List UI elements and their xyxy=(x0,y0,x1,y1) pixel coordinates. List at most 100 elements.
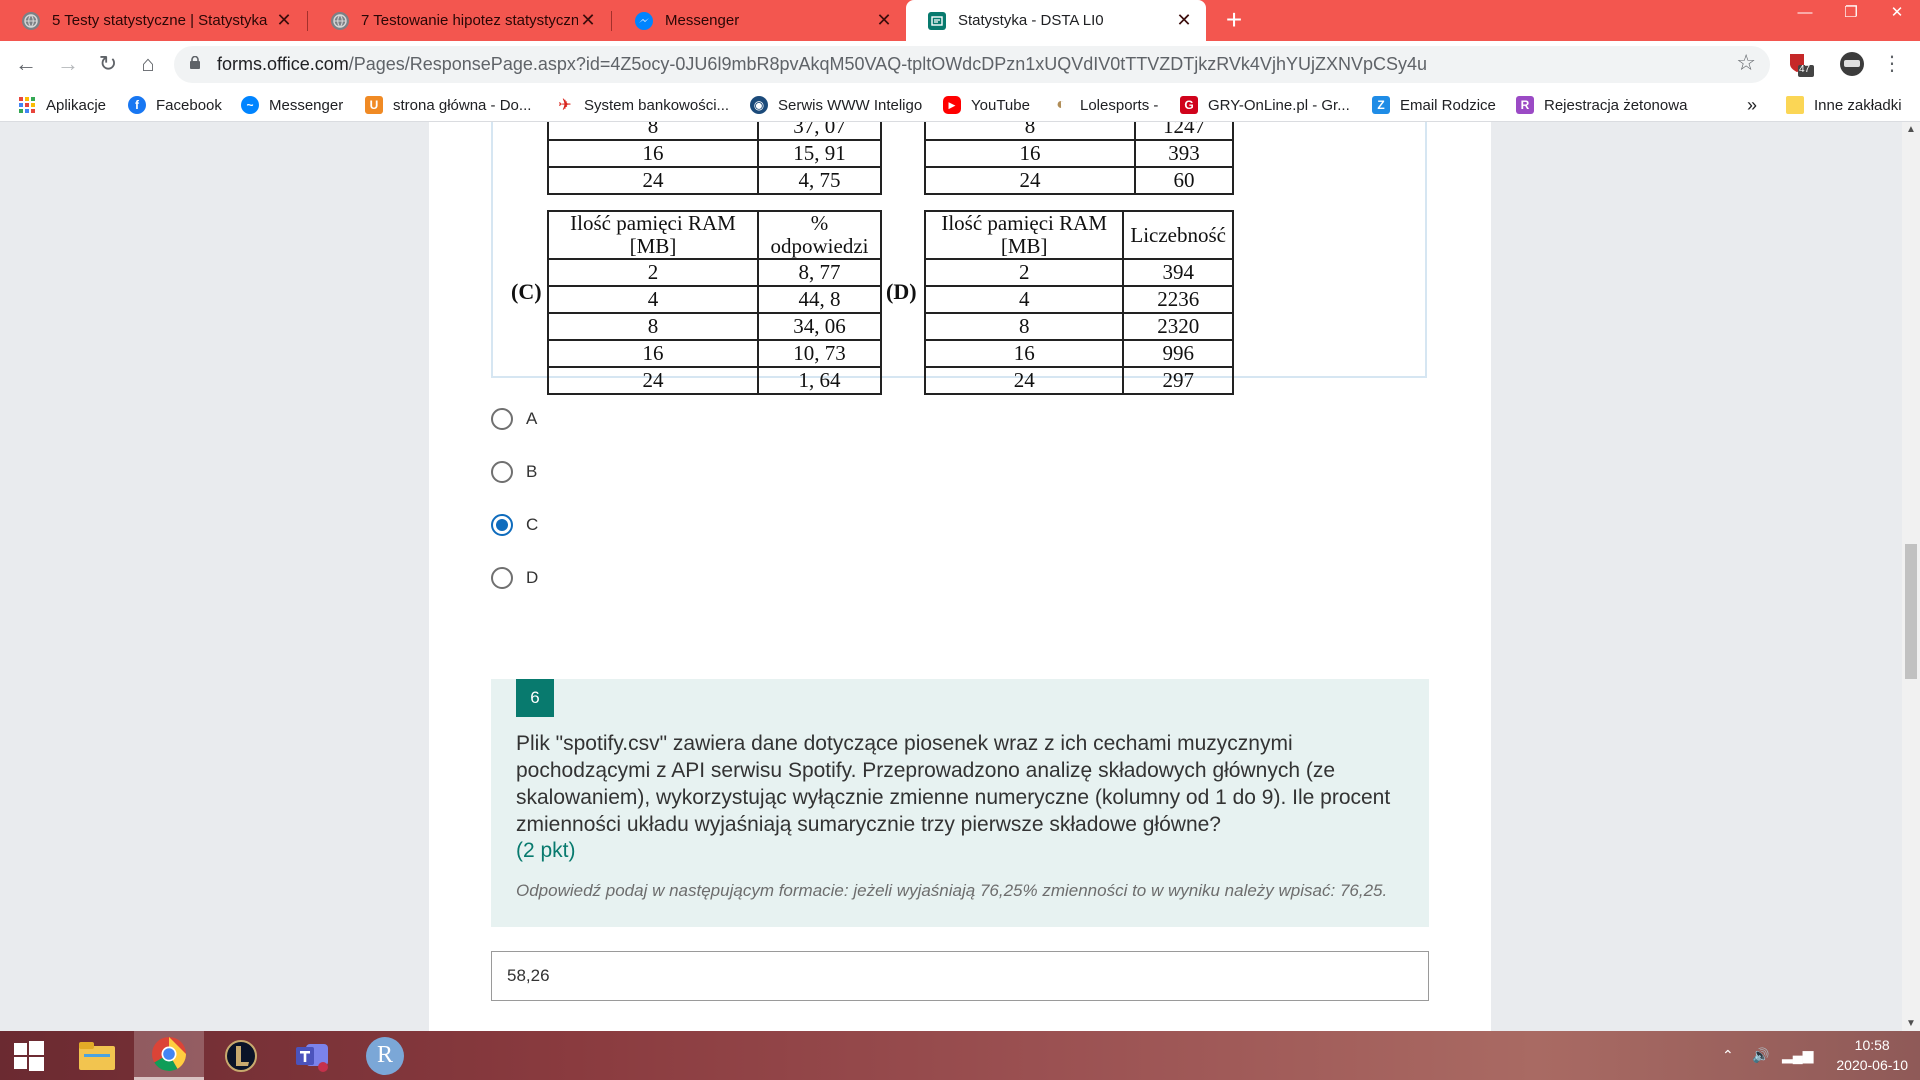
bookmark-system-bankowosci[interactable]: ✈ System bankowości... xyxy=(556,94,729,116)
radio-button[interactable] xyxy=(491,567,513,589)
chrome-button[interactable] xyxy=(134,1031,204,1080)
page-scrollbar[interactable]: ▲ ▼ xyxy=(1902,122,1920,1031)
u-icon: U xyxy=(365,96,383,114)
table-cell: 8, 77 xyxy=(757,258,882,287)
new-tab-button[interactable]: + xyxy=(1218,4,1250,36)
volume-icon[interactable]: 🔊 xyxy=(1752,1047,1769,1064)
bookmark-gryonline[interactable]: G GRY-OnLine.pl - Gr... xyxy=(1180,94,1350,116)
radio-button-selected[interactable] xyxy=(491,514,513,536)
teams-button[interactable] xyxy=(278,1031,348,1080)
file-explorer-button[interactable] xyxy=(62,1031,132,1080)
show-hidden-icons-chevron-icon[interactable]: ⌃ xyxy=(1722,1047,1734,1064)
lock-icon xyxy=(190,56,200,69)
bookmark-label: Email Rodzice xyxy=(1400,96,1496,114)
radio-button[interactable] xyxy=(491,408,513,430)
youtube-icon: ▶ xyxy=(943,96,961,114)
scroll-up-arrow-icon[interactable]: ▲ xyxy=(1906,124,1916,135)
network-icon[interactable]: ▂▄▆ xyxy=(1782,1047,1813,1064)
bank-icon: ✈ xyxy=(558,97,572,114)
reload-button[interactable]: ↻ xyxy=(92,48,124,80)
table-a-partial: 8 1247 16 393 24 60 xyxy=(924,122,1234,195)
table-cell: 393 xyxy=(1134,139,1234,168)
league-of-legends-button[interactable] xyxy=(206,1031,276,1080)
scrollbar-thumb[interactable] xyxy=(1905,544,1917,679)
url-text[interactable]: forms.office.com/Pages/ResponsePage.aspx… xyxy=(217,54,1427,75)
profile-avatar[interactable] xyxy=(1838,50,1866,78)
bookmark-rejestracja[interactable]: R Rejestracja żetonowa xyxy=(1516,94,1687,116)
maximize-button[interactable]: ❐ xyxy=(1828,0,1874,28)
radio-button[interactable] xyxy=(491,461,513,483)
table-cell: 4, 75 xyxy=(757,166,882,195)
table-cell: 1, 64 xyxy=(757,366,882,395)
table-c-label: (C) xyxy=(511,279,542,304)
table-row: 16 15, 91 xyxy=(547,139,882,168)
start-button[interactable] xyxy=(0,1031,58,1080)
teams-icon xyxy=(296,1043,328,1072)
bookmark-star-icon[interactable]: ☆ xyxy=(1736,50,1756,76)
globe-icon xyxy=(22,11,40,30)
bookmark-youtube[interactable]: ▶ YouTube xyxy=(943,94,1030,116)
tab-statystyka-dsta[interactable]: Statystyka - DSTA LI0 ✕ xyxy=(906,0,1206,41)
window-close-button[interactable]: ✕ xyxy=(1874,0,1920,28)
bookmark-lolesports[interactable]: ◐ Lolesports - xyxy=(1052,94,1158,116)
close-icon[interactable]: ✕ xyxy=(1174,10,1194,31)
bookmark-strona-glowna[interactable]: Ustrona główna - Do... xyxy=(365,94,531,116)
bookmark-label: Lolesports - xyxy=(1080,96,1159,114)
bookmark-facebook[interactable]: f Facebook xyxy=(128,94,222,116)
bookmark-inne-zakladki[interactable]: Inne zakładki xyxy=(1786,94,1902,116)
extension-shield-icon[interactable]: 47 xyxy=(1786,50,1814,78)
table-row: 8 2320 xyxy=(923,312,1234,341)
answer-input[interactable] xyxy=(491,951,1429,1001)
question-points: (2 pkt) xyxy=(516,839,576,862)
tab-strip: 5 Testy statystyczne | Statystyka ✕ 7 Te… xyxy=(0,0,1920,41)
scroll-down-arrow-icon[interactable]: ▼ xyxy=(1906,1018,1916,1029)
bookmark-inteligo[interactable]: ◉ Serwis WWW Inteligo xyxy=(750,94,922,116)
bookmark-email-rodzice[interactable]: Z Email Rodzice xyxy=(1372,94,1496,116)
table-row: 16 996 xyxy=(923,339,1234,368)
close-icon[interactable]: ✕ xyxy=(874,10,894,31)
table-row: 24 297 xyxy=(923,366,1234,395)
option-a[interactable]: A xyxy=(491,404,537,434)
r-app-button[interactable]: R xyxy=(350,1031,420,1080)
table-cell: 24 xyxy=(923,366,1125,395)
forms-icon xyxy=(928,11,946,30)
tab-testy-statystyczne[interactable]: 5 Testy statystyczne | Statystyka ✕ xyxy=(0,0,306,41)
table-cell: 2 xyxy=(547,258,759,287)
bookmark-label: Facebook xyxy=(156,96,222,114)
minimize-button[interactable]: — xyxy=(1782,0,1828,28)
url-path: /Pages/ResponsePage.aspx?id=4Z5ocy-0JU6l… xyxy=(348,54,1427,74)
close-icon[interactable]: ✕ xyxy=(578,10,598,31)
table-row: 8 34, 06 xyxy=(547,312,882,341)
home-button[interactable]: ⌂ xyxy=(132,48,164,80)
table-cell: 2320 xyxy=(1122,312,1234,341)
messenger-icon: ~ xyxy=(241,96,259,114)
extension-badge: 47 xyxy=(1799,64,1811,75)
tab-messenger[interactable]: Messenger ✕ xyxy=(613,0,906,41)
table-d-label: (D) xyxy=(886,279,917,304)
bookmark-label: Aplikacje xyxy=(46,96,107,114)
question-text: Plik "spotify.csv" zawiera dane dotycząc… xyxy=(516,732,1391,836)
table-row: 24 1, 64 xyxy=(547,366,882,395)
forward-button[interactable]: → xyxy=(52,48,84,80)
bookmark-aplikacje[interactable]: Aplikacje xyxy=(18,94,106,116)
option-b[interactable]: B xyxy=(491,457,537,487)
bookmarks-overflow-button[interactable]: » xyxy=(1747,94,1757,116)
address-bar[interactable]: forms.office.com/Pages/ResponsePage.aspx… xyxy=(174,46,1770,83)
tab-testowanie-hipotez[interactable]: 7 Testowanie hipotez statystyczn ✕ xyxy=(309,0,610,41)
system-clock[interactable]: 10:58 2020-06-10 xyxy=(1836,1035,1908,1075)
table-header: Liczebność xyxy=(1122,210,1234,260)
bookmark-label: Inne zakładki xyxy=(1814,96,1902,114)
table-cell: 297 xyxy=(1122,366,1234,395)
menu-icon[interactable]: ⋮ xyxy=(1876,48,1908,80)
back-button[interactable]: ← xyxy=(10,48,42,80)
option-c[interactable]: C xyxy=(491,510,538,540)
table-cell: 8 xyxy=(547,312,759,341)
table-cell: 24 xyxy=(547,166,759,195)
table-cell: 15, 91 xyxy=(757,139,882,168)
option-d[interactable]: D xyxy=(491,563,538,593)
table-cell: 16 xyxy=(924,139,1136,168)
bookmark-messenger[interactable]: ~ Messenger xyxy=(241,94,343,116)
bookmark-label: System bankowości... xyxy=(584,96,730,114)
close-icon[interactable]: ✕ xyxy=(274,10,294,31)
table-header: Ilość pamięci RAM [MB] xyxy=(547,210,759,260)
